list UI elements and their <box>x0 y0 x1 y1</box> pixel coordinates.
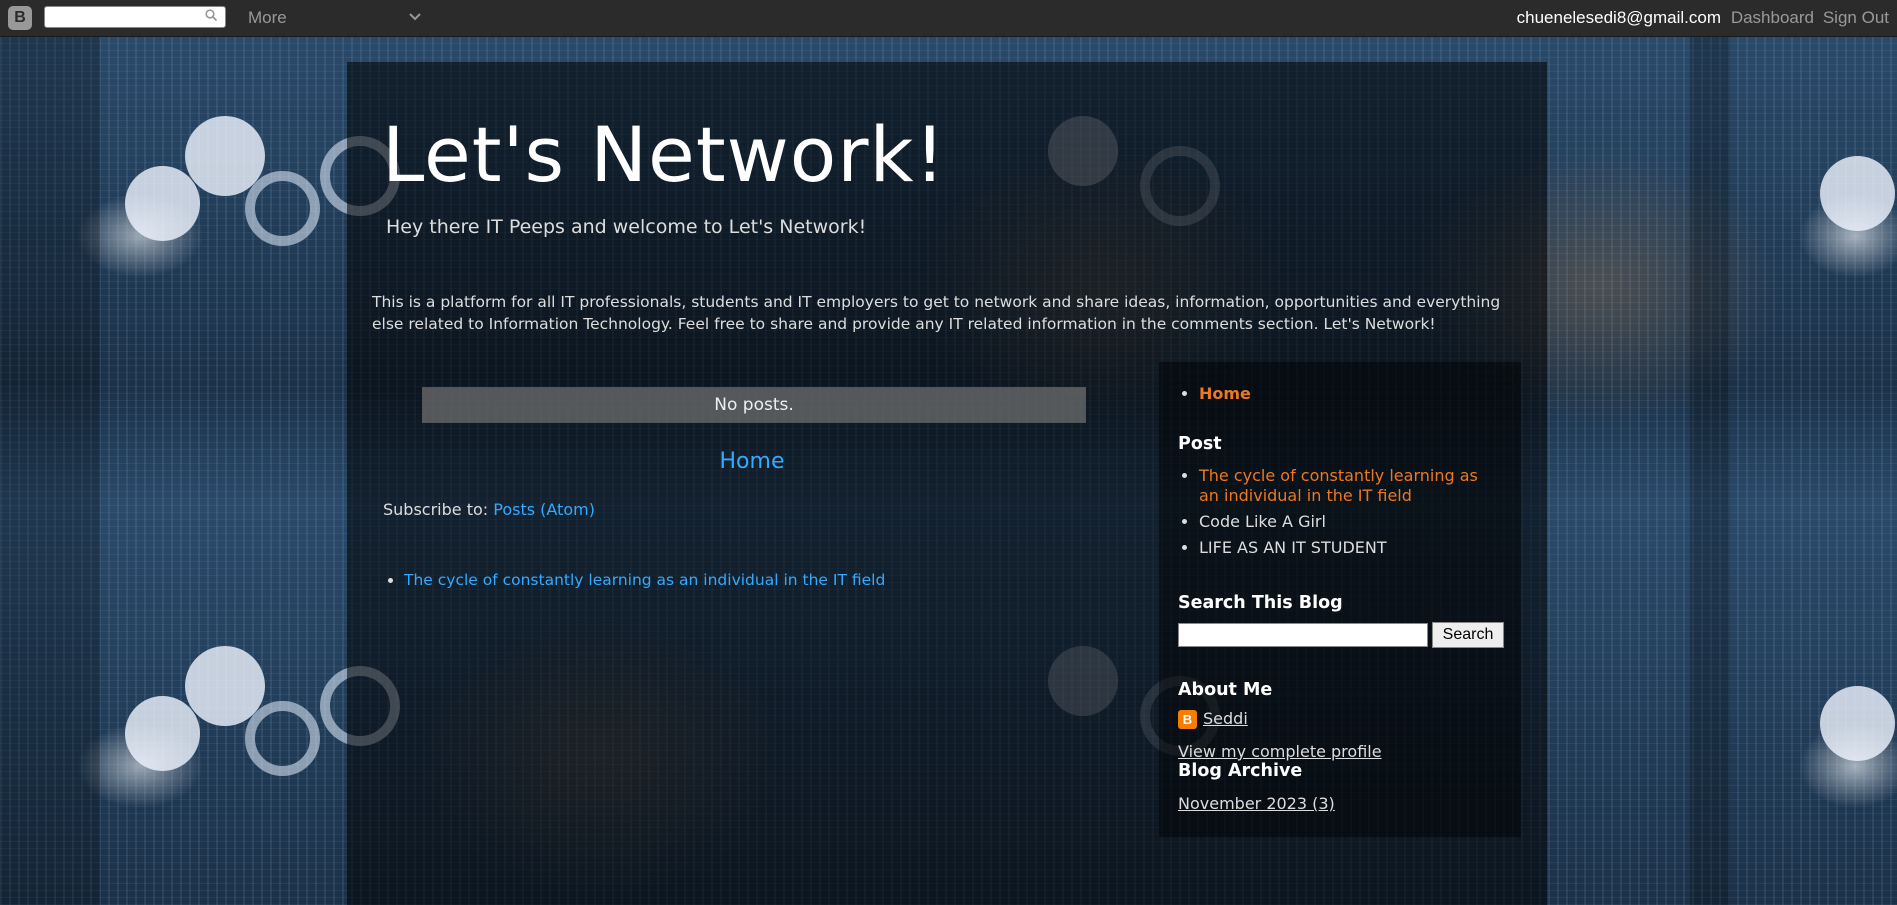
search-blog-heading: Search This Blog <box>1178 593 1343 613</box>
blog-title[interactable]: Let's Network! <box>382 110 946 199</box>
blog-search-input[interactable] <box>1178 623 1428 647</box>
sign-out-link[interactable]: Sign Out <box>1823 8 1889 28</box>
list-item: Code Like A Girl <box>1199 512 1498 532</box>
navbar-search-input[interactable] <box>44 6 226 28</box>
blogger-navbar: More chuenelesedi8@gmail.com Dashboard S… <box>0 0 1897 37</box>
list-item: Home <box>1199 384 1251 404</box>
no-posts-message: No posts. <box>422 387 1086 423</box>
pages-widget: Home <box>1178 384 1251 410</box>
sidebar-page-home[interactable]: Home <box>1199 384 1251 403</box>
more-menu[interactable]: More <box>248 8 287 28</box>
blogger-profile-icon <box>1178 710 1197 729</box>
chevron-down-icon[interactable] <box>408 10 422 24</box>
posts-atom-link[interactable]: Posts (Atom) <box>493 500 595 519</box>
list-item: The cycle of constantly learning as an i… <box>1199 466 1498 506</box>
user-email: chuenelesedi8@gmail.com <box>1516 8 1721 27</box>
post-link[interactable]: The cycle of constantly learning as an i… <box>404 571 885 589</box>
dashboard-link[interactable]: Dashboard <box>1731 8 1814 28</box>
blog-description: Hey there IT Peeps and welcome to Let's … <box>386 216 867 238</box>
post-link-list: The cycle of constantly learning as an i… <box>383 571 885 589</box>
intro-text: This is a platform for all IT profession… <box>372 293 1501 333</box>
search-icon[interactable] <box>205 9 217 21</box>
sidebar-post-link[interactable]: The cycle of constantly learning as an i… <box>1199 466 1478 505</box>
about-me-heading: About Me <box>1178 680 1273 700</box>
blogger-logo-icon[interactable] <box>8 6 32 30</box>
post-widget: Post The cycle of constantly learning as… <box>1178 434 1498 564</box>
subscribe-label: Subscribe to: <box>383 500 489 519</box>
post-heading: Post <box>1178 434 1222 454</box>
sidebar-post-link[interactable]: Code Like A Girl <box>1199 512 1326 531</box>
view-profile-link[interactable]: View my complete profile <box>1178 742 1382 761</box>
profile-name-link[interactable]: Seddi <box>1203 709 1248 728</box>
blog-archive-heading: Blog Archive <box>1178 761 1303 781</box>
subscribe-line: Subscribe to: Posts (Atom) <box>383 500 595 519</box>
list-item: The cycle of constantly learning as an i… <box>404 571 885 589</box>
search-button[interactable]: Search <box>1432 622 1504 648</box>
archive-month-link[interactable]: November 2023 (3) <box>1178 794 1335 813</box>
sidebar-post-link[interactable]: LIFE AS AN IT STUDENT <box>1199 538 1387 557</box>
list-item: LIFE AS AN IT STUDENT <box>1199 538 1498 558</box>
